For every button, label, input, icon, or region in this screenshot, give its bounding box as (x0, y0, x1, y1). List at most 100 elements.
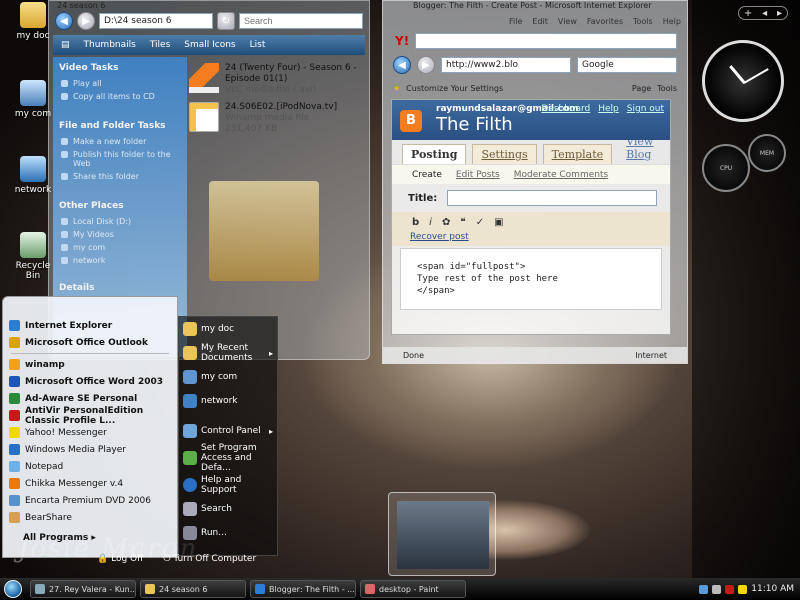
menu-help[interactable]: Help (663, 17, 681, 26)
tab-template[interactable]: Template (542, 144, 613, 164)
ie-window[interactable]: Blogger: The Filth - Create Post - Micro… (382, 0, 688, 364)
yahoo-logo-icon[interactable]: Y! (395, 34, 409, 48)
control-panel[interactable]: Control Panel (179, 419, 277, 443)
section-title[interactable]: Details (53, 277, 187, 297)
network-tray-icon[interactable] (699, 584, 709, 594)
messenger-tray-icon[interactable] (738, 584, 748, 594)
back-button[interactable]: ◀ (55, 12, 73, 30)
set-program-access[interactable]: Set Program Access and Defa... (179, 443, 277, 473)
color-icon[interactable]: ✿ (442, 217, 450, 228)
task-copy-to-cd[interactable]: Copy all items to CD (53, 90, 187, 103)
recent-program[interactable]: AntiVir PersonalEdition Classic Profile … (3, 406, 177, 426)
menu-edit[interactable]: Edit (532, 17, 548, 26)
tools-menu[interactable]: Tools (657, 84, 677, 93)
task-share-folder[interactable]: Share this folder (53, 170, 187, 183)
recover-post-link[interactable]: Recover post (392, 232, 670, 246)
search[interactable]: Search (179, 497, 277, 521)
refresh-button[interactable]: ↻ (217, 12, 235, 30)
place-network[interactable]: network (179, 389, 277, 413)
view-tiles-button[interactable]: Tiles (150, 40, 170, 50)
taskbar-button-paint[interactable]: desktop - Paint (360, 580, 466, 598)
menu-favorites[interactable]: Favorites (587, 17, 623, 26)
ie-search-box[interactable]: Google (577, 57, 677, 73)
taskbar-button-winamp[interactable]: 27. Rey Valera - Kun... (30, 580, 136, 598)
tab-settings[interactable]: Settings (472, 144, 537, 164)
section-title[interactable]: Video Tasks (53, 57, 187, 77)
place-my-doc[interactable]: my doc (179, 317, 277, 341)
favorites-star-icon[interactable]: ★ (393, 84, 400, 93)
menu-tools[interactable]: Tools (633, 17, 653, 26)
add-gadget-icon[interactable]: + (744, 8, 752, 19)
log-off-button[interactable]: 🔒 Log Off (97, 554, 143, 564)
page-menu[interactable]: Page (632, 84, 651, 93)
tab-posting[interactable]: Posting (402, 144, 467, 164)
prev-icon[interactable]: ◂ (762, 8, 767, 19)
clock-gadget[interactable] (702, 40, 784, 122)
forward-button[interactable]: ▶ (417, 56, 435, 74)
volume-tray-icon[interactable] (712, 584, 722, 594)
sign-out-link[interactable]: Sign out (627, 104, 664, 114)
task-play-all[interactable]: Play all (53, 77, 187, 90)
pinned-internet-explorer[interactable]: Internet Explorer (3, 317, 177, 334)
post-title-input[interactable] (447, 190, 658, 206)
start-button[interactable] (0, 578, 26, 600)
post-body-editor[interactable]: <span id="fullpost"> Type rest of the po… (400, 248, 662, 310)
help-and-support[interactable]: Help and Support (179, 473, 277, 497)
section-title[interactable]: File and Folder Tasks (53, 115, 187, 135)
browser-tab[interactable]: Customize Your Settings (406, 84, 626, 93)
all-programs-button[interactable]: All Programs ▸ (23, 533, 96, 543)
menu-file[interactable]: File (509, 17, 522, 26)
italic-icon[interactable]: i (429, 217, 432, 228)
spellcheck-icon[interactable]: ✓ (476, 217, 484, 228)
bold-icon[interactable]: b (412, 217, 419, 228)
forward-button[interactable]: ▶ (77, 12, 95, 30)
next-icon[interactable]: ▸ (777, 8, 782, 19)
url-bar[interactable]: http://www2.blo (441, 57, 571, 73)
yahoo-search-box[interactable] (415, 33, 677, 49)
recent-program[interactable]: Notepad (3, 458, 177, 475)
recent-program[interactable]: Chikka Messenger v.4 (3, 475, 177, 492)
task-new-folder[interactable]: Make a new folder (53, 135, 187, 148)
recent-program[interactable]: Microsoft Office Word 2003 (3, 373, 177, 390)
views-icon[interactable]: ▤ (61, 40, 70, 50)
place-local-disk[interactable]: Local Disk (D:) (53, 215, 187, 228)
place-my-videos[interactable]: My Videos (53, 228, 187, 241)
back-button[interactable]: ◀ (393, 56, 411, 74)
quote-icon[interactable]: ❝ (460, 217, 465, 228)
search-input[interactable] (239, 13, 363, 29)
menu-view[interactable]: View (558, 17, 577, 26)
taskbar-button-explorer[interactable]: 24 season 6 (140, 580, 246, 598)
image-icon[interactable]: ▣ (494, 217, 503, 228)
pinned-outlook[interactable]: Microsoft Office Outlook (3, 334, 177, 351)
turn-off-button[interactable]: ⏻ Turn Off Computer (163, 554, 256, 564)
recent-program[interactable]: BearShare (3, 509, 177, 526)
place-recent-documents[interactable]: My Recent Documents (179, 341, 277, 365)
address-bar[interactable]: D:\24 season 6 (99, 13, 213, 29)
subtab-moderate-comments[interactable]: Moderate Comments (514, 170, 608, 180)
subtab-edit-posts[interactable]: Edit Posts (456, 170, 500, 180)
subtab-create[interactable]: Create (412, 170, 442, 180)
place-my-com[interactable]: my com (179, 365, 277, 389)
blogger-logo-icon[interactable]: B (400, 110, 422, 132)
file-item[interactable]: 24.S06E02.[iPodNova.tv] Winamp media file… (189, 102, 363, 135)
recent-program[interactable]: winamp (3, 356, 177, 373)
recent-program[interactable]: Yahoo! Messenger (3, 424, 177, 441)
place-network[interactable]: network (53, 254, 187, 267)
run[interactable]: Run... (179, 521, 277, 545)
recent-program[interactable]: Ad-Aware SE Personal (3, 390, 177, 407)
help-link[interactable]: Help (598, 104, 619, 114)
file-item[interactable]: 24 (Twenty Four) - Season 6 - Episode 01… (189, 63, 363, 96)
section-title[interactable]: Other Places (53, 195, 187, 215)
place-my-com[interactable]: my com (53, 241, 187, 254)
recent-program[interactable]: Encarta Premium DVD 2006 (3, 492, 177, 509)
taskbar-button-ie[interactable]: Blogger: The Filth - ... (250, 580, 356, 598)
sidebar-controls[interactable]: + ◂ ▸ (738, 6, 788, 20)
antivirus-tray-icon[interactable] (725, 584, 735, 594)
task-publish-web[interactable]: Publish this folder to the Web (53, 148, 187, 170)
dashboard-link[interactable]: Dashboard (541, 104, 590, 114)
view-small-icons-button[interactable]: Small Icons (184, 40, 235, 50)
clock-time[interactable]: 11:10 AM (751, 584, 794, 594)
recent-program[interactable]: Windows Media Player (3, 441, 177, 458)
view-list-button[interactable]: List (250, 40, 266, 50)
cpu-meter-gadget[interactable]: CPU MEM (702, 134, 786, 194)
